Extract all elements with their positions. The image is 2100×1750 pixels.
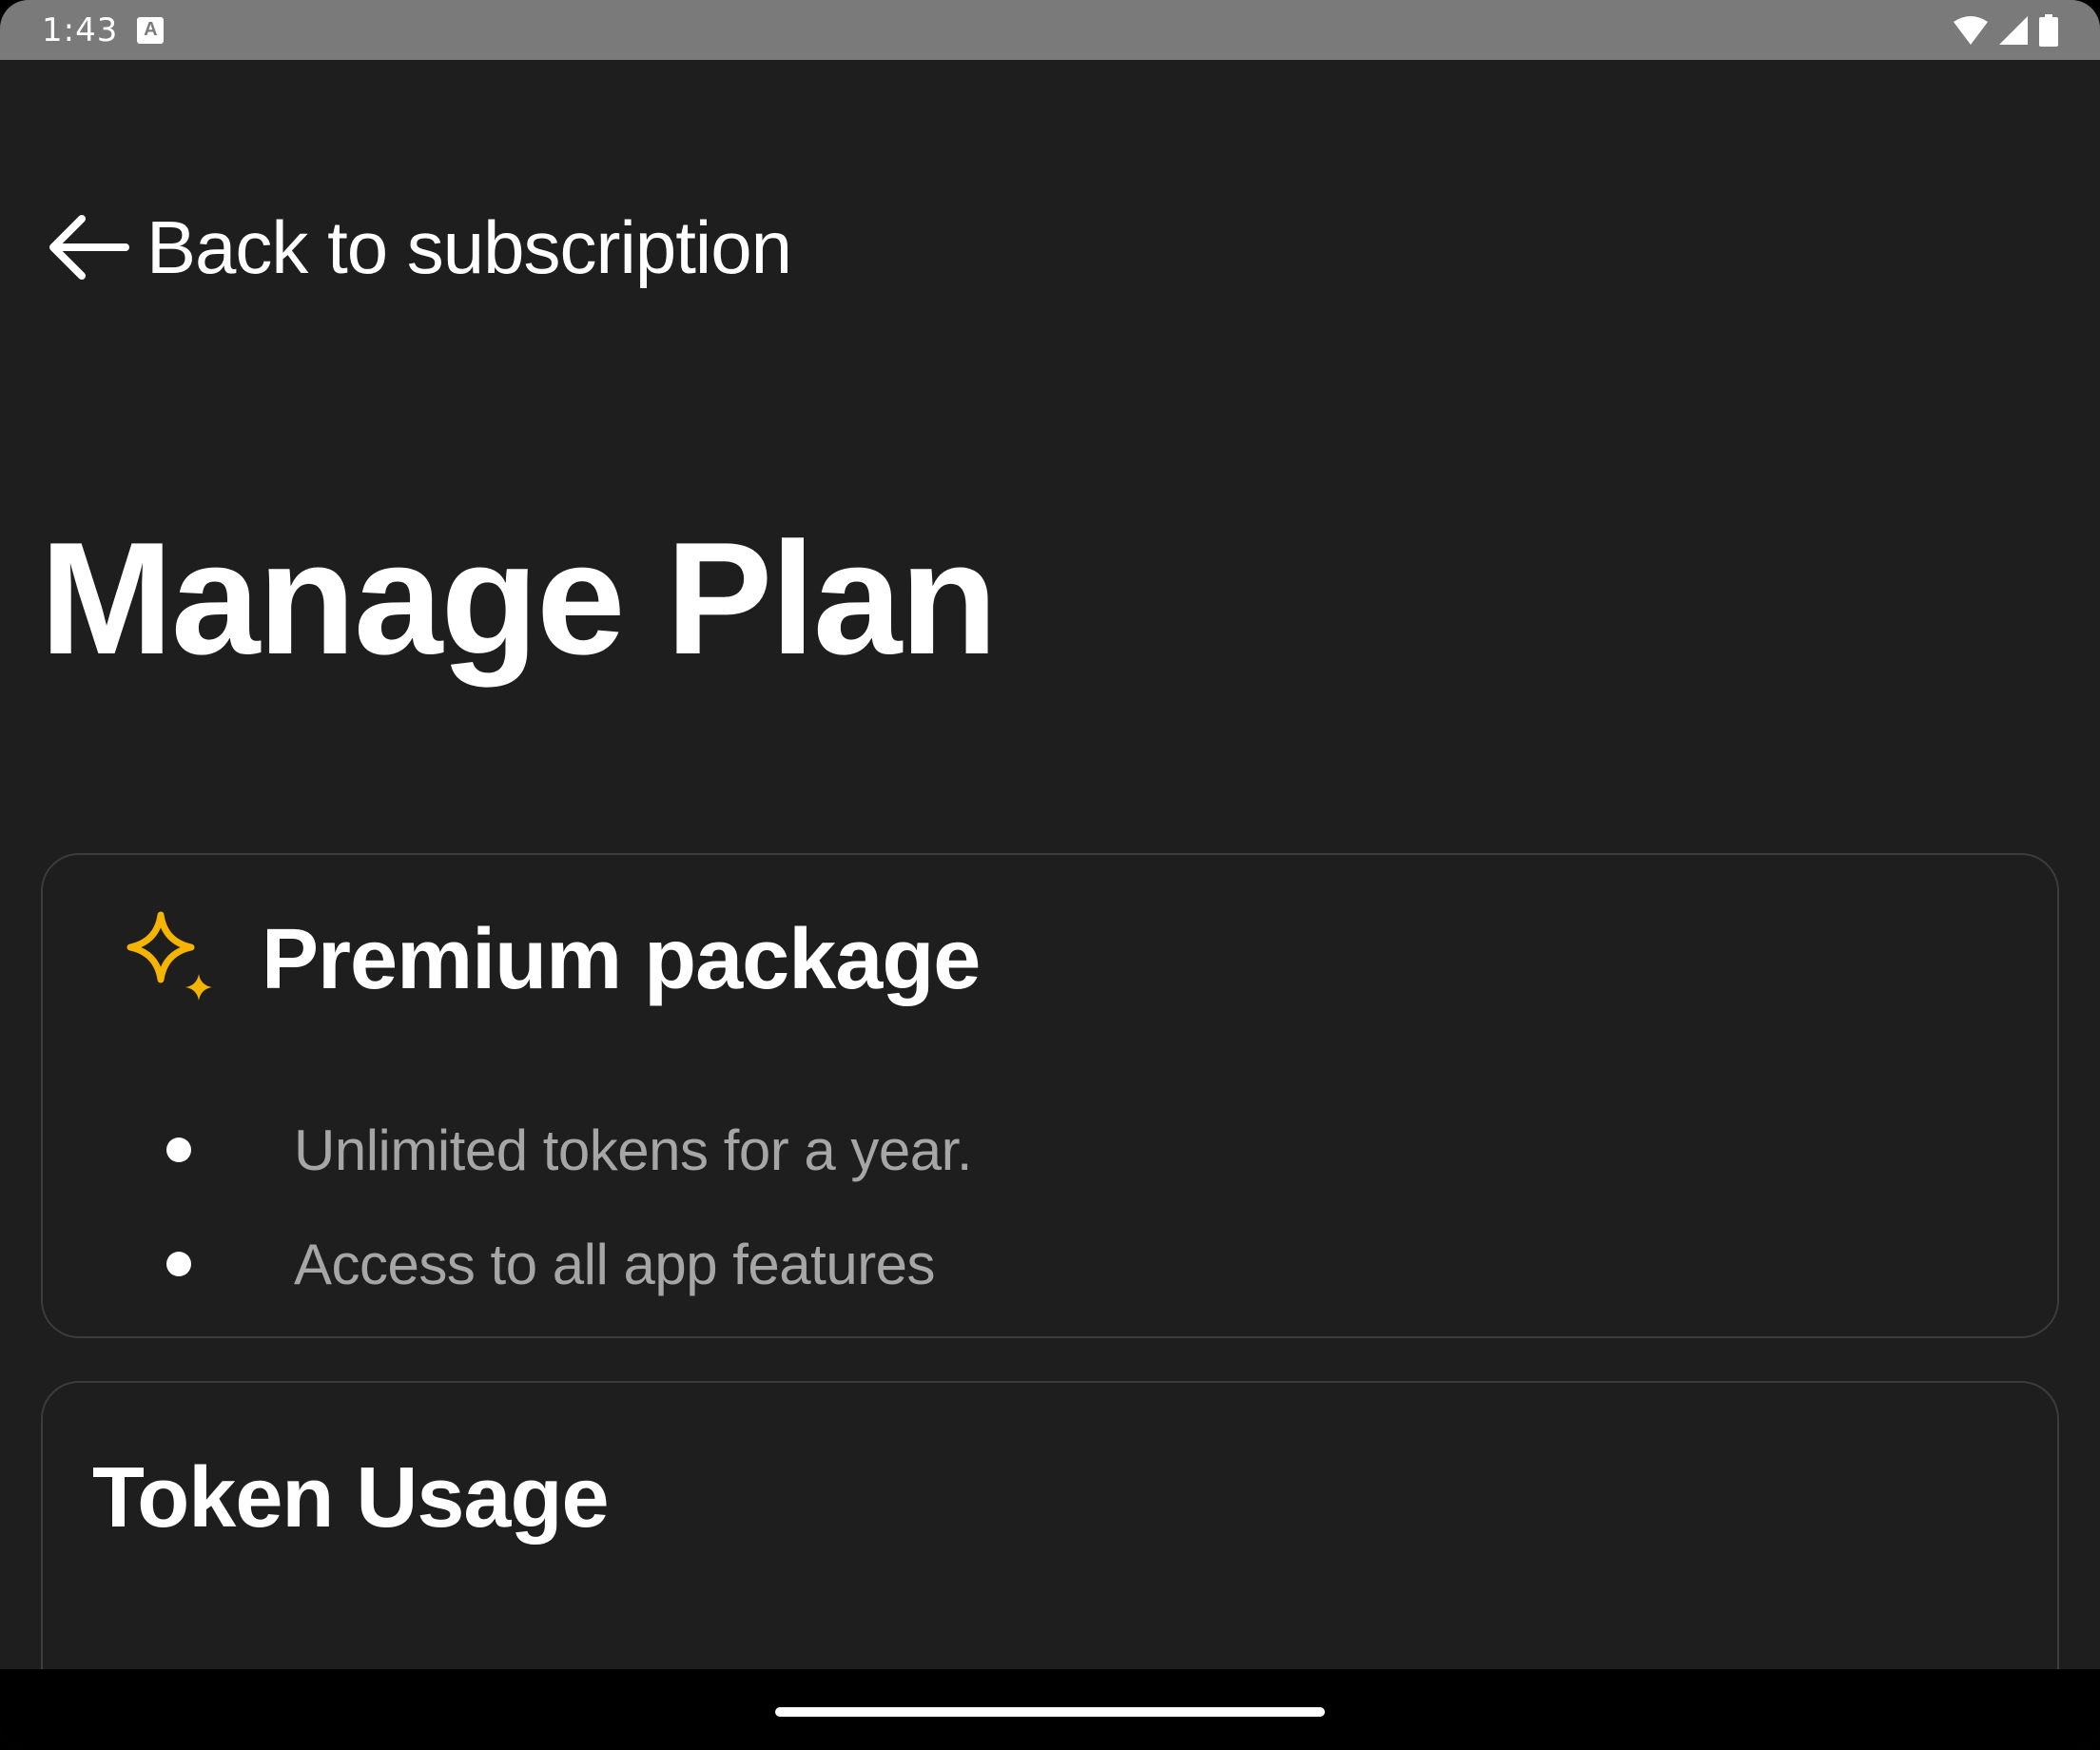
back-label: Back to subscription <box>146 204 792 289</box>
a-icon: A <box>137 16 165 44</box>
feature-text: Unlimited tokens for a year. <box>294 1118 973 1182</box>
premium-header: Premium package <box>119 907 981 1012</box>
back-to-subscription-button[interactable]: Back to subscription <box>46 204 792 290</box>
navigation-bar <box>0 1669 2100 1750</box>
status-time: 1:43 <box>42 10 119 49</box>
cellular-signal-icon <box>1999 15 2028 45</box>
status-bar: 1:43 A <box>0 0 2100 60</box>
arrow-left-icon <box>49 215 129 280</box>
sparkle-icon <box>126 911 212 1001</box>
battery-icon <box>2039 13 2058 47</box>
feature-list: Unlimited tokens for a year. Access to a… <box>166 1093 973 1321</box>
premium-title: Premium package <box>262 911 981 1007</box>
premium-package-card: Premium package Unlimited tokens for a y… <box>41 853 2059 1338</box>
page-title: Manage Plan <box>40 509 998 688</box>
feature-text: Access to all app features <box>294 1232 936 1296</box>
home-gesture-handle[interactable] <box>775 1707 1325 1717</box>
bullet-icon <box>166 1252 191 1276</box>
token-usage-title: Token Usage <box>92 1450 609 1546</box>
list-item: Access to all app features <box>166 1207 972 1321</box>
list-item: Unlimited tokens for a year. <box>166 1093 973 1207</box>
bullet-icon <box>166 1138 191 1162</box>
status-icons <box>1954 13 2058 47</box>
wifi-icon <box>1954 15 1988 45</box>
app-screen: 1:43 A Back to subscription Manage Plan <box>0 0 2100 1750</box>
